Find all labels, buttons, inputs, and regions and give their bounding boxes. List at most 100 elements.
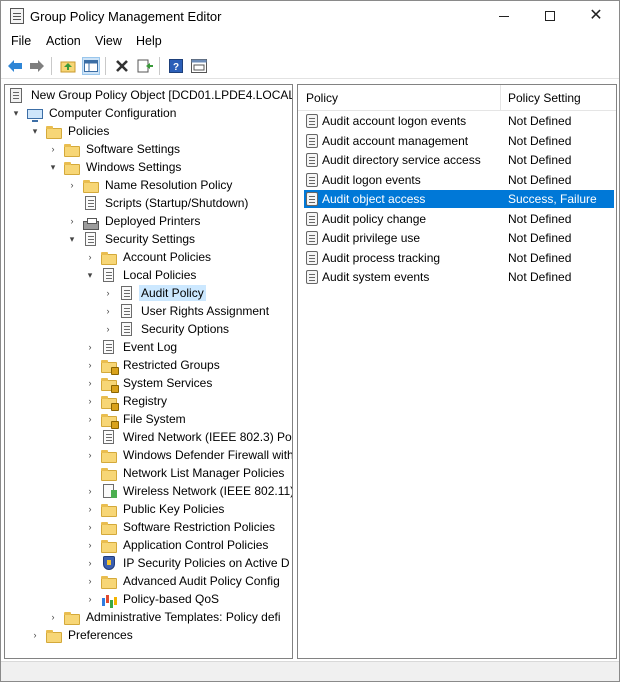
chevron-right-icon[interactable]: › — [85, 360, 95, 370]
chevron-right-icon[interactable]: › — [103, 324, 113, 334]
chevron-right-icon[interactable]: › — [67, 180, 77, 190]
chevron-right-icon[interactable]: › — [85, 252, 95, 262]
tree-item-system-services[interactable]: › System Services — [85, 374, 214, 393]
chevron-right-icon[interactable]: › — [85, 342, 95, 352]
tree-item-ip-security-policies[interactable]: › IP Security Policies on Active D — [85, 554, 292, 572]
chevron-down-icon[interactable]: ▾ — [67, 234, 77, 244]
tree-item-policies[interactable]: ▾ Policies — [30, 122, 111, 140]
chevron-right-icon[interactable]: › — [48, 612, 58, 622]
tree-item-computer-configuration[interactable]: ▾ Computer Configuration — [11, 104, 178, 122]
chevron-right-icon[interactable]: › — [85, 576, 95, 586]
bar-chart-icon — [101, 592, 117, 606]
chevron-right-icon[interactable]: › — [85, 522, 95, 532]
chevron-down-icon[interactable]: ▾ — [11, 108, 21, 118]
wired-network-icon — [103, 430, 114, 444]
tree-item-event-log[interactable]: › Event Log — [85, 338, 179, 356]
tree-item-account-policies[interactable]: › Account Policies — [85, 248, 213, 266]
tree-item-preferences[interactable]: › Preferences — [30, 626, 135, 644]
menu-file[interactable]: File — [11, 34, 31, 48]
column-divider[interactable] — [500, 85, 501, 110]
chevron-right-icon[interactable]: › — [103, 288, 113, 298]
tree-item-deployed-printers[interactable]: › Deployed Printers — [67, 212, 202, 230]
policy-row[interactable]: Audit directory service access Not Define… — [304, 151, 614, 169]
policy-row[interactable]: Audit process tracking Not Defined — [304, 249, 614, 267]
chevron-right-icon[interactable]: › — [85, 450, 95, 460]
maximize-button[interactable] — [527, 1, 573, 31]
show-hide-tree-button[interactable] — [82, 57, 100, 75]
tree-item-software-settings[interactable]: › Software Settings — [48, 140, 182, 158]
chevron-right-icon[interactable]: › — [30, 630, 40, 640]
help-button[interactable]: ? — [167, 57, 185, 75]
chevron-down-icon[interactable]: ▾ — [48, 162, 58, 172]
tree-item-audit-policy[interactable]: › Audit Policy — [103, 284, 206, 302]
menu-help[interactable]: Help — [136, 34, 162, 48]
tree-item-security-settings[interactable]: ▾ Security Settings — [67, 230, 197, 248]
tree-item-public-key-policies[interactable]: › Public Key Policies — [85, 500, 226, 518]
back-button[interactable] — [6, 57, 24, 75]
chevron-right-icon[interactable]: › — [85, 558, 95, 568]
policy-row[interactable]: Audit policy change Not Defined — [304, 210, 614, 228]
window-title: Group Policy Management Editor — [30, 9, 222, 24]
title-bar[interactable]: Group Policy Management Editor ✕ — [1, 1, 619, 31]
tree-pane[interactable]: New Group Policy Object [DCD01.LPDE4.LOC… — [4, 84, 293, 659]
chevron-right-icon[interactable]: › — [85, 414, 95, 424]
chevron-down-icon[interactable]: ▾ — [85, 270, 95, 280]
tree-label: File System — [123, 412, 186, 426]
chevron-right-icon[interactable]: › — [85, 504, 95, 514]
chevron-right-icon[interactable]: › — [48, 144, 58, 154]
tree-item-registry[interactable]: › Registry — [85, 392, 169, 411]
policy-row[interactable]: Audit account management Not Defined — [304, 132, 614, 150]
tree-item-name-resolution-policy[interactable]: › Name Resolution Policy — [67, 176, 234, 194]
details-pane[interactable]: Policy Policy Setting Audit account logo… — [297, 84, 617, 659]
tree-item-policy-based-qos[interactable]: › Policy-based QoS — [85, 590, 221, 608]
chevron-right-icon[interactable]: › — [85, 594, 95, 604]
tree-item-administrative-templates[interactable]: › Administrative Templates: Policy defi — [48, 608, 283, 626]
chevron-right-icon[interactable]: › — [85, 378, 95, 388]
menu-action[interactable]: Action — [46, 34, 81, 48]
tree-item-scripts[interactable]: Scripts (Startup/Shutdown) — [67, 194, 250, 212]
chevron-right-icon[interactable]: › — [67, 216, 77, 226]
tree-item-security-options[interactable]: › Security Options — [103, 320, 231, 338]
policy-row[interactable]: Audit logon events Not Defined — [304, 171, 614, 189]
tree-item-network-list-manager[interactable]: Network List Manager Policies — [85, 464, 286, 482]
chevron-right-icon[interactable]: › — [85, 396, 95, 406]
close-button[interactable]: ✕ — [573, 1, 619, 31]
policy-setting-icon — [306, 231, 318, 245]
tree-item-advanced-audit-policy[interactable]: › Advanced Audit Policy Config — [85, 572, 282, 590]
tree-label: Application Control Policies — [123, 538, 269, 552]
delete-button[interactable] — [113, 57, 131, 75]
tree-item-windows-defender-firewall[interactable]: › Windows Defender Firewall with — [85, 446, 292, 464]
properties-button[interactable] — [190, 57, 208, 75]
tree-item-software-restriction-policies[interactable]: › Software Restriction Policies — [85, 518, 277, 536]
policy-setting-value: Not Defined — [508, 211, 572, 226]
up-one-level-button[interactable] — [59, 57, 77, 75]
tree-item-windows-settings[interactable]: ▾ Windows Settings — [48, 158, 183, 176]
policy-row-selected[interactable]: Audit object access Success, Failure — [304, 190, 614, 208]
chevron-right-icon[interactable]: › — [85, 486, 95, 496]
column-header-policy[interactable]: Policy — [306, 91, 338, 105]
tree-item-user-rights-assignment[interactable]: › User Rights Assignment — [103, 302, 271, 320]
policy-row[interactable]: Audit privilege use Not Defined — [304, 229, 614, 247]
minimize-button[interactable] — [481, 1, 527, 31]
chevron-right-icon[interactable]: › — [103, 306, 113, 316]
chevron-right-icon[interactable]: › — [85, 540, 95, 550]
forward-button[interactable] — [28, 57, 46, 75]
column-header-policy-setting[interactable]: Policy Setting — [508, 91, 581, 105]
tree-item-wireless-network[interactable]: › Wireless Network (IEEE 802.11) — [85, 482, 292, 500]
chevron-right-icon[interactable]: › — [85, 432, 95, 442]
tree-label: Restricted Groups — [123, 358, 220, 372]
chevron-down-icon[interactable]: ▾ — [30, 126, 40, 136]
tree-item-file-system[interactable]: › File System — [85, 410, 188, 429]
tree-label: Security Settings — [105, 232, 196, 246]
tree-item-restricted-groups[interactable]: › Restricted Groups — [85, 356, 222, 375]
properties-icon — [191, 59, 207, 73]
tree-item-wired-network[interactable]: › Wired Network (IEEE 802.3) Policies — [85, 428, 292, 446]
tree-item-application-control-policies[interactable]: › Application Control Policies — [85, 536, 270, 554]
policy-row[interactable]: Audit system events Not Defined — [304, 268, 614, 286]
export-list-button[interactable] — [136, 57, 154, 75]
policy-row[interactable]: Audit account logon events Not Defined — [304, 112, 614, 130]
tree-item-local-policies[interactable]: ▾ Local Policies — [85, 266, 198, 284]
tree-root[interactable]: New Group Policy Object [DCD01.LPDE4.LOC… — [9, 86, 292, 104]
menu-view[interactable]: View — [95, 34, 122, 48]
folder-icon — [64, 143, 80, 157]
